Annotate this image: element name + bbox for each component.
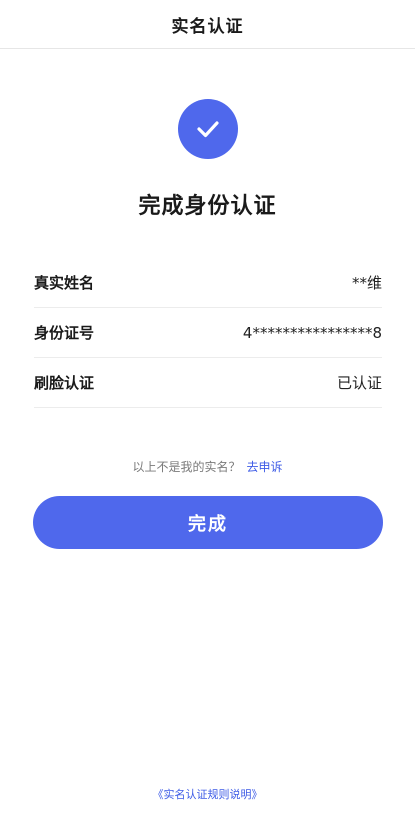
check-icon: [197, 121, 219, 138]
success-badge: [178, 99, 238, 159]
rules-link[interactable]: 《实名认证规则说明》: [0, 786, 415, 802]
info-value: 已认证: [336, 374, 382, 392]
info-value: 4****************8: [242, 323, 382, 342]
info-label: 身份证号: [34, 324, 95, 342]
info-value: **维: [351, 274, 382, 292]
appeal-text: 以上不是我的实名？: [132, 460, 241, 474]
status-headline: 完成身份认证: [138, 194, 277, 219]
info-row-id-number: 身份证号 4****************8: [34, 308, 382, 358]
info-row-name: 真实姓名 **维: [34, 258, 382, 308]
appeal-prompt: 以上不是我的实名？ 去申诉: [0, 458, 415, 475]
identity-info-list: 真实姓名 **维 身份证号 4****************8 刷脸认证 已认…: [34, 258, 382, 408]
appeal-link[interactable]: 去申诉: [247, 460, 283, 474]
info-label: 真实姓名: [34, 274, 95, 292]
top-bar: 实名认证: [0, 0, 415, 49]
info-label: 刷脸认证: [34, 374, 95, 392]
done-button[interactable]: 完成: [33, 496, 383, 549]
page-title: 实名认证: [171, 16, 244, 37]
info-row-face-verification: 刷脸认证 已认证: [34, 358, 382, 408]
